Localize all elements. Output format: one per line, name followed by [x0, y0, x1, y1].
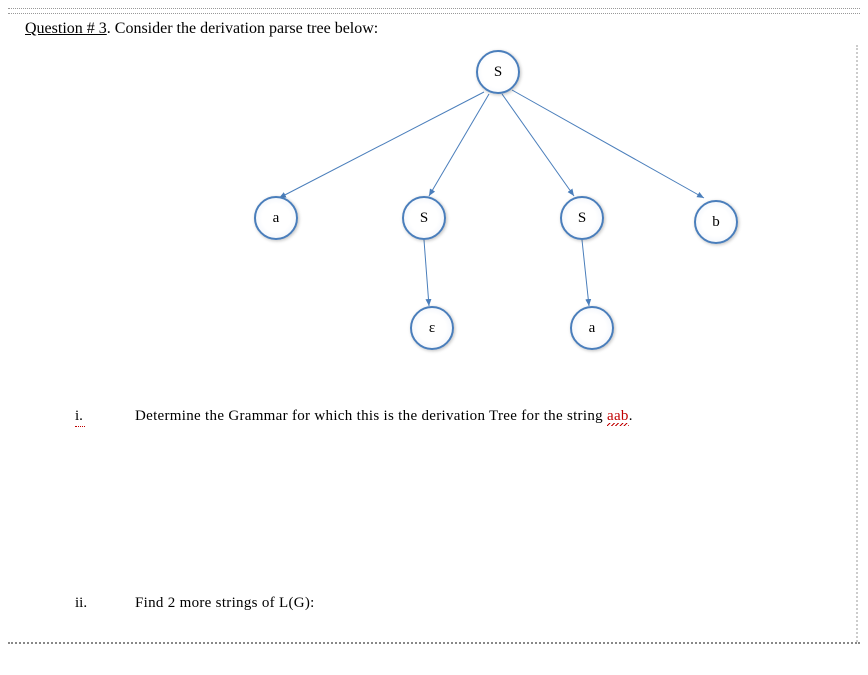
part-i-text-c: . — [629, 408, 633, 424]
node-label: a — [273, 210, 280, 227]
page-bottom-border — [8, 642, 860, 644]
node-label: ε — [429, 320, 435, 337]
node-label: S — [420, 210, 428, 227]
tree-node-a-lower: a — [570, 306, 614, 350]
part-text: Find 2 more strings of L(G): — [135, 595, 843, 612]
node-label: S — [494, 64, 502, 81]
node-label: S — [578, 210, 586, 227]
question-header: Question # 3. Consider the derivation pa… — [25, 20, 843, 38]
tree-node-b: b — [694, 200, 738, 244]
parse-tree-diagram: S a S S b ε a — [84, 48, 784, 368]
tree-node-a: a — [254, 196, 298, 240]
question-prompt: . Consider the derivation parse tree bel… — [107, 20, 378, 37]
part-marker: ii. — [75, 595, 135, 612]
question-part-ii: ii. Find 2 more strings of L(G): — [75, 595, 843, 612]
page-top-border — [8, 8, 860, 14]
tree-node-S-right: S — [560, 196, 604, 240]
part-i-text-a: Determine the Grammar for which this is … — [135, 408, 607, 424]
question-number: Question # 3 — [25, 20, 107, 37]
tree-node-S-left: S — [402, 196, 446, 240]
page-right-border — [856, 45, 858, 642]
part-text: Determine the Grammar for which this is … — [135, 408, 843, 425]
part-i-string-aab: aab — [607, 408, 629, 424]
part-marker: i. — [75, 408, 135, 425]
question-parts-list: i. Determine the Grammar for which this … — [25, 408, 843, 612]
node-label: b — [712, 214, 720, 231]
tree-node-epsilon: ε — [410, 306, 454, 350]
tree-node-root-S: S — [476, 50, 520, 94]
question-part-i: i. Determine the Grammar for which this … — [75, 408, 843, 425]
node-label: a — [589, 320, 596, 337]
